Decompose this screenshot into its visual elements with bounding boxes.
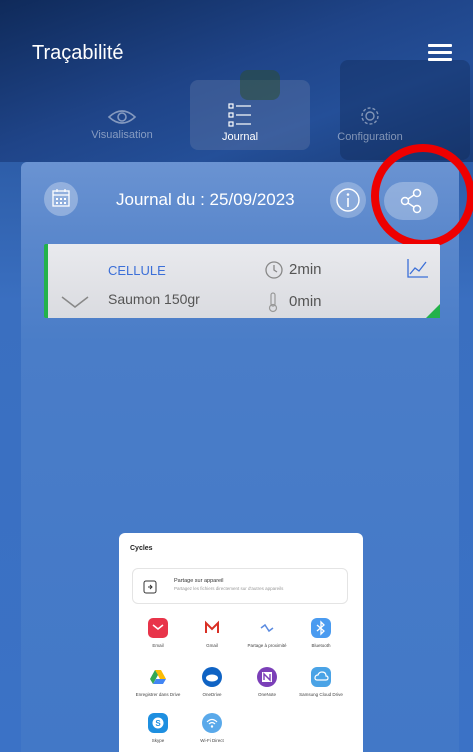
share-app-bluetooth[interactable]: Bluetooth (294, 618, 348, 648)
svg-text:S: S (155, 719, 161, 728)
app-title: Traçabilité (32, 42, 124, 64)
clock-icon (265, 261, 283, 279)
info-button[interactable] (330, 182, 366, 218)
chart-icon[interactable] (406, 257, 430, 279)
share-app-gmail[interactable]: Gmail (185, 618, 239, 648)
onenote-icon (257, 667, 277, 687)
eye-icon (107, 110, 137, 124)
share-app-skype[interactable]: S Skype (131, 713, 185, 743)
thermometer-icon (268, 292, 278, 313)
status-corner (426, 304, 440, 318)
list-icon (228, 103, 251, 127)
google-drive-icon (148, 667, 168, 687)
share-app-nearby[interactable]: Partage à proximité (240, 618, 294, 648)
app-label: OneDrive (202, 692, 222, 697)
nearby-subtitle: Partagez les fichiers directement sur d'… (174, 586, 284, 591)
app-label: Skype (151, 738, 165, 743)
share-to-device-icon (143, 580, 157, 594)
hamburger-menu-icon[interactable] (428, 44, 452, 62)
skype-icon: S (148, 713, 168, 733)
settings-icon (361, 107, 379, 125)
info-icon (336, 188, 360, 212)
nearby-title: Partage sur appareil (174, 578, 224, 584)
app-label: Wi-Fi Direct (200, 738, 224, 743)
background-photo-equipment (240, 70, 280, 100)
cell-name: CELLULE (108, 263, 166, 278)
share-app-wifi-direct[interactable]: Wi-Fi Direct (185, 713, 239, 743)
product-name: Saumon 150gr (108, 291, 200, 307)
app-label: Partage à proximité (247, 643, 287, 648)
share-app-onedrive[interactable]: OneDrive (185, 667, 239, 697)
share-app-samsung-cloud[interactable]: Samsung Cloud Drive (294, 667, 348, 697)
app-label: Gmail (206, 643, 218, 648)
bluetooth-icon (311, 618, 331, 638)
app-label: Email (152, 643, 164, 648)
onedrive-icon (202, 667, 222, 687)
share-app-email[interactable]: Email (131, 618, 185, 648)
wifi-direct-icon (202, 713, 222, 733)
tab-label: Configuration (337, 131, 403, 143)
app-label: OneNote (257, 692, 276, 697)
calendar-icon (52, 189, 70, 207)
email-icon (148, 618, 168, 638)
nearby-share-icon (257, 618, 277, 638)
tab-journal[interactable]: Journal (170, 102, 310, 143)
chevron-down-icon[interactable] (60, 295, 90, 309)
journal-entry-card[interactable] (44, 244, 440, 318)
app-label: Enregistrer dans Drive (135, 692, 181, 697)
temperature-duration: 0min (289, 293, 322, 310)
highlight-circle (371, 144, 473, 248)
share-app-google-drive[interactable]: Enregistrer dans Drive (131, 667, 185, 697)
tab-label: Journal (221, 131, 259, 143)
calendar-button[interactable] (44, 182, 78, 216)
samsung-cloud-icon (311, 667, 331, 687)
tab-configuration[interactable]: Configuration (300, 104, 440, 143)
gmail-icon (202, 618, 222, 638)
cycle-duration: 2min (289, 261, 322, 278)
app-label: Samsung Cloud Drive (299, 692, 343, 697)
journal-date-title: Journal du : 25/09/2023 (116, 190, 295, 209)
share-app-onenote[interactable]: OneNote (240, 667, 294, 697)
share-sheet-title: Cycles (130, 545, 153, 552)
app-label: Bluetooth (311, 643, 331, 648)
